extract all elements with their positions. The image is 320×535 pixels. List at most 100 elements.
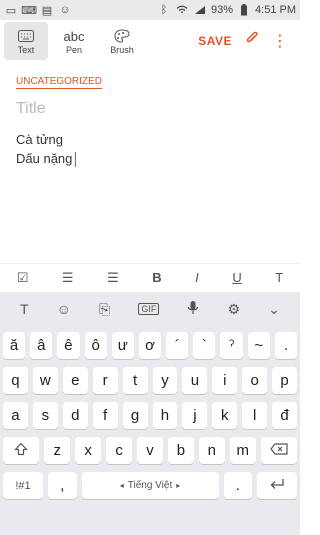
key[interactable]: z — [44, 437, 71, 464]
underline-button[interactable]: U — [232, 270, 241, 285]
text-caret — [75, 152, 77, 168]
save-button[interactable]: SAVE — [198, 34, 232, 48]
key[interactable]: . — [274, 332, 298, 359]
sticker-icon[interactable]: ⎘ — [99, 301, 110, 318]
numbered-list-icon[interactable]: ☰ — [107, 270, 119, 286]
key[interactable]: u — [182, 367, 208, 394]
battery-icon — [237, 4, 251, 16]
symbols-key[interactable]: !#1 — [3, 472, 43, 499]
backspace-icon — [270, 442, 288, 459]
space-right-arrow-icon: ▸ — [176, 481, 181, 490]
category-label[interactable]: UNCATEGORIZED — [16, 76, 102, 89]
key[interactable]: h — [152, 402, 178, 429]
bold-button[interactable]: B — [152, 270, 161, 285]
backspace-key[interactable] — [260, 437, 298, 464]
note-body[interactable]: Cà tửng Dấu nặng — [16, 130, 77, 168]
key[interactable]: ă — [2, 332, 26, 359]
settings-gear-icon[interactable]: ⚙ — [227, 301, 240, 318]
italic-button[interactable]: I — [195, 270, 199, 285]
key[interactable]: y — [152, 367, 178, 394]
key[interactable]: ´ — [166, 332, 189, 359]
key[interactable]: n — [198, 437, 225, 464]
microphone-icon[interactable] — [187, 300, 199, 319]
note-line-with-caret: Dấu nặng — [16, 149, 77, 168]
key[interactable]: ơ — [138, 332, 162, 359]
key[interactable]: o — [242, 367, 268, 394]
collapse-keyboard-icon[interactable]: ⌄ — [268, 301, 280, 318]
key[interactable]: v — [137, 437, 163, 464]
mode-text-button[interactable]: Text — [4, 22, 48, 60]
key[interactable]: f — [92, 402, 118, 429]
title-input[interactable]: Title — [16, 100, 46, 118]
comma-key[interactable]: , — [47, 472, 77, 499]
mode-pen-button[interactable]: abc Pen — [52, 22, 96, 60]
emoji-icon[interactable]: ☺ — [57, 301, 71, 317]
status-bar: ▭ ⌨ ▤ ☺ ᛒ 93% 4:51 PM — [0, 0, 300, 20]
gif-icon[interactable]: GIF — [138, 303, 160, 315]
text-size-button[interactable]: T — [275, 270, 283, 285]
keyboard: T ☺ ⎘ GIF ⚙ ⌄ ă â ê ô ư ơ ´ ` ˀ ~ . q w … — [0, 292, 300, 535]
bluetooth-icon: ᛒ — [160, 4, 168, 16]
translate-icon[interactable]: T — [20, 301, 29, 317]
mode-brush-label: Brush — [110, 45, 134, 55]
key-row-3: a s d f g h j k l đ — [0, 402, 300, 429]
bullet-list-icon[interactable]: ☰ — [62, 270, 74, 286]
key[interactable]: d — [62, 402, 88, 429]
clock: 4:51 PM — [255, 4, 296, 16]
key[interactable]: s — [32, 402, 58, 429]
key[interactable]: g — [122, 402, 148, 429]
key[interactable]: e — [62, 367, 88, 394]
period-key[interactable]: . — [223, 472, 253, 499]
handwriting-icon: abc — [63, 28, 85, 44]
key[interactable]: q — [2, 367, 28, 394]
key[interactable]: m — [229, 437, 256, 464]
more-options-icon[interactable]: ⋮ — [272, 31, 288, 51]
key[interactable]: đ — [272, 402, 298, 429]
key[interactable]: w — [32, 367, 58, 394]
shift-key[interactable] — [3, 437, 40, 464]
key[interactable]: ê — [57, 332, 80, 359]
key[interactable]: ô — [84, 332, 107, 359]
enter-icon — [269, 477, 285, 494]
note-line: Cà tửng — [16, 132, 64, 147]
shift-icon — [14, 442, 29, 460]
key[interactable]: p — [272, 367, 298, 394]
keyboard-icon: ⌨ — [21, 4, 37, 17]
notes-icon: ▤ — [41, 4, 53, 17]
key[interactable]: x — [75, 437, 102, 464]
editor-toolbar: Text abc Pen Brush SAVE ⋮ — [0, 20, 300, 62]
signal-icon — [193, 4, 207, 16]
key[interactable]: ~ — [247, 332, 270, 359]
key[interactable]: ư — [111, 332, 134, 359]
key[interactable]: t — [122, 367, 148, 394]
format-bar: ☑ ☰ ☰ B I U T — [0, 263, 300, 291]
key[interactable]: k — [212, 402, 238, 429]
key[interactable]: l — [242, 402, 268, 429]
attach-icon[interactable] — [244, 31, 260, 52]
checkbox-icon[interactable]: ☑ — [17, 270, 29, 286]
mode-brush-button[interactable]: Brush — [100, 22, 144, 60]
key[interactable]: â — [30, 332, 53, 359]
message-icon: ▭ — [5, 4, 17, 17]
key[interactable]: ` — [193, 332, 216, 359]
navigation-bar — [0, 509, 300, 535]
key[interactable]: i — [212, 367, 238, 394]
mode-text-label: Text — [17, 45, 35, 55]
space-key[interactable]: ◂ Tiếng Việt ▸ — [81, 472, 219, 499]
key[interactable]: b — [167, 437, 194, 464]
key[interactable]: r — [92, 367, 118, 394]
key-row-4: z x c v b n m — [0, 437, 300, 464]
key[interactable]: c — [106, 437, 133, 464]
key[interactable]: j — [182, 402, 208, 429]
space-language-label: Tiếng Việt — [127, 480, 173, 491]
key[interactable]: a — [2, 402, 28, 429]
palette-icon — [114, 27, 130, 45]
keyboard-toolbar: T ☺ ⎘ GIF ⚙ ⌄ — [0, 292, 300, 326]
wifi-icon — [175, 4, 189, 16]
key-row-2: q w e r t y u i o p — [0, 367, 300, 394]
key-row-1: ă â ê ô ư ơ ´ ` ˀ ~ . — [0, 332, 300, 359]
enter-key[interactable] — [257, 472, 297, 499]
mode-pen-label: Pen — [65, 45, 82, 55]
key[interactable]: ˀ — [220, 332, 243, 359]
key-row-5: !#1 , ◂ Tiếng Việt ▸ . — [0, 472, 300, 499]
